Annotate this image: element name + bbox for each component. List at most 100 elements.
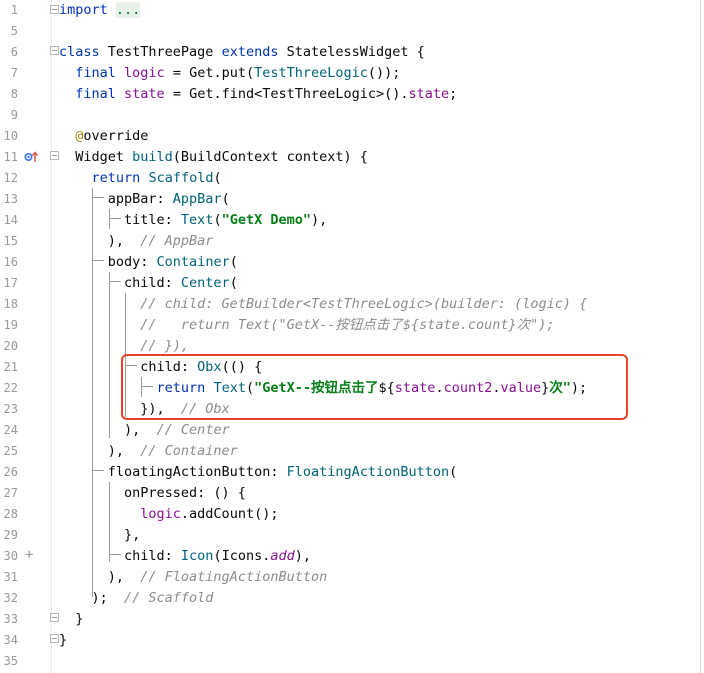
code-text: floatingActionButton: FloatingActionButt… bbox=[59, 462, 458, 483]
code-line[interactable]: 28 logic.addCount(); bbox=[0, 504, 704, 525]
indent-guide bbox=[92, 188, 93, 597]
code-line[interactable]: 1 import ... bbox=[0, 0, 704, 21]
code-text: onPressed: () { bbox=[59, 483, 246, 504]
code-line[interactable]: 14 title: Text("GetX Demo"), bbox=[0, 210, 704, 231]
code-line[interactable]: 17 child: Center( bbox=[0, 273, 704, 294]
code-line[interactable]: 31 ), // FloatingActionButton bbox=[0, 567, 704, 588]
indent-guide-tick bbox=[109, 218, 121, 219]
code-text: } bbox=[59, 630, 67, 651]
line-number: 7 bbox=[10, 66, 18, 80]
code-line[interactable]: 30 child: Icon(Icons.add), bbox=[0, 546, 704, 567]
code-line[interactable]: 15 ), // AppBar bbox=[0, 231, 704, 252]
add-line-icon[interactable]: + bbox=[25, 548, 33, 562]
code-line[interactable]: 8 final state = Get.find<TestThreeLogic>… bbox=[0, 84, 704, 105]
fold-toggle-icon[interactable] bbox=[50, 613, 59, 622]
line-number: 18 bbox=[3, 297, 18, 311]
code-token: "GetX Demo" bbox=[221, 212, 311, 228]
code-line[interactable]: 5 bbox=[0, 21, 704, 42]
code-token: TestThreePage bbox=[99, 44, 222, 60]
code-text: return Scaffold( bbox=[59, 168, 222, 189]
line-number: 6 bbox=[10, 45, 18, 59]
code-line[interactable]: 19 // return Text("GetX--按钮点击了${state.co… bbox=[0, 315, 704, 336]
code-line[interactable]: 12 return Scaffold( bbox=[0, 168, 704, 189]
fold-toggle-icon[interactable] bbox=[50, 151, 59, 160]
code-text: child: Center( bbox=[59, 273, 238, 294]
line-number: 32 bbox=[3, 591, 18, 605]
line-number: 12 bbox=[3, 171, 18, 185]
code-line[interactable]: 9 bbox=[0, 105, 704, 126]
code-line[interactable]: 18 // child: GetBuilder<TestThreeLogic>(… bbox=[0, 294, 704, 315]
code-token: ), bbox=[59, 422, 157, 438]
code-token: = Get.put( bbox=[164, 65, 255, 81]
line-number: 14 bbox=[3, 213, 18, 227]
code-token: TestThreeLogic bbox=[254, 65, 368, 81]
code-line[interactable]: 7 final logic = Get.put(TestThreeLogic()… bbox=[0, 63, 704, 84]
indent-guide bbox=[109, 482, 110, 562]
code-text: // child: GetBuilder<TestThreeLogic>(bui… bbox=[59, 294, 587, 315]
line-number: 22 bbox=[3, 381, 18, 395]
override-implements-icon[interactable] bbox=[24, 150, 38, 164]
indent-guide-tick bbox=[92, 260, 104, 261]
code-token: ), bbox=[59, 233, 141, 249]
code-token: final bbox=[75, 65, 116, 81]
code-line[interactable]: 24 ), // Center bbox=[0, 420, 704, 441]
code-token: ), bbox=[294, 548, 311, 564]
code-token: ), bbox=[59, 443, 141, 459]
code-text: class TestThreePage extends StatelessWid… bbox=[59, 42, 425, 63]
code-token: logic bbox=[124, 65, 165, 81]
code-text: body: Container( bbox=[59, 252, 238, 273]
code-token: ( bbox=[229, 254, 238, 270]
code-token: } bbox=[59, 611, 84, 627]
code-line[interactable]: 25 ), // Container bbox=[0, 441, 704, 462]
line-number: 23 bbox=[3, 402, 18, 416]
line-number: 35 bbox=[3, 654, 18, 668]
code-token: add bbox=[270, 548, 295, 564]
code-line[interactable]: 6 class TestThreePage extends StatelessWi… bbox=[0, 42, 704, 63]
code-token: ( bbox=[213, 170, 222, 186]
line-number: 1 bbox=[10, 3, 18, 17]
code-line[interactable]: 11 Widget build(BuildContext context) { bbox=[0, 147, 704, 168]
code-token: ), bbox=[59, 569, 141, 585]
line-number: 13 bbox=[3, 192, 18, 206]
code-token: child: bbox=[59, 548, 181, 564]
code-token: ( bbox=[221, 191, 230, 207]
code-token: Container bbox=[156, 254, 230, 270]
code-token: // Scaffold bbox=[124, 590, 214, 606]
code-line[interactable]: 29 }, bbox=[0, 525, 704, 546]
code-line[interactable]: 32 ); // Scaffold bbox=[0, 588, 704, 609]
code-editor[interactable]: 1 import ... 5 6 class TestThreePage extends… bbox=[0, 0, 704, 673]
code-text: ); // Scaffold bbox=[59, 588, 214, 609]
fold-toggle-icon[interactable] bbox=[50, 634, 59, 643]
code-token: } bbox=[59, 632, 68, 648]
code-text: ), // FloatingActionButton bbox=[59, 567, 327, 588]
code-text: final logic = Get.put(TestThreeLogic()); bbox=[59, 63, 400, 84]
code-token: class bbox=[59, 44, 100, 60]
code-token: }, bbox=[59, 527, 141, 543]
code-text: Widget build(BuildContext context) { bbox=[59, 147, 368, 168]
code-token: ( bbox=[229, 275, 238, 291]
code-line[interactable]: 27 onPressed: () { bbox=[0, 483, 704, 504]
code-line[interactable]: 16 body: Container( bbox=[0, 252, 704, 273]
line-number: 28 bbox=[3, 507, 18, 521]
code-token[interactable]: ... bbox=[115, 2, 141, 18]
fold-toggle-icon[interactable] bbox=[50, 46, 59, 55]
fold-toggle-icon[interactable] bbox=[50, 5, 59, 14]
highlight-box bbox=[121, 354, 628, 420]
line-number: 27 bbox=[3, 486, 18, 500]
code-token: ()); bbox=[367, 65, 401, 81]
line-number: 26 bbox=[3, 465, 18, 479]
code-line[interactable]: 35 bbox=[0, 651, 704, 672]
code-line[interactable]: 10 @override bbox=[0, 126, 704, 147]
code-line[interactable]: 26 floatingActionButton: FloatingActionB… bbox=[0, 462, 704, 483]
line-number: 21 bbox=[3, 360, 18, 374]
code-token: body: bbox=[59, 254, 157, 270]
code-line[interactable]: 13 appBar: AppBar( bbox=[0, 189, 704, 210]
code-line[interactable]: 34} bbox=[0, 630, 704, 651]
code-line[interactable]: 33 } bbox=[0, 609, 704, 630]
line-number: 34 bbox=[3, 633, 18, 647]
